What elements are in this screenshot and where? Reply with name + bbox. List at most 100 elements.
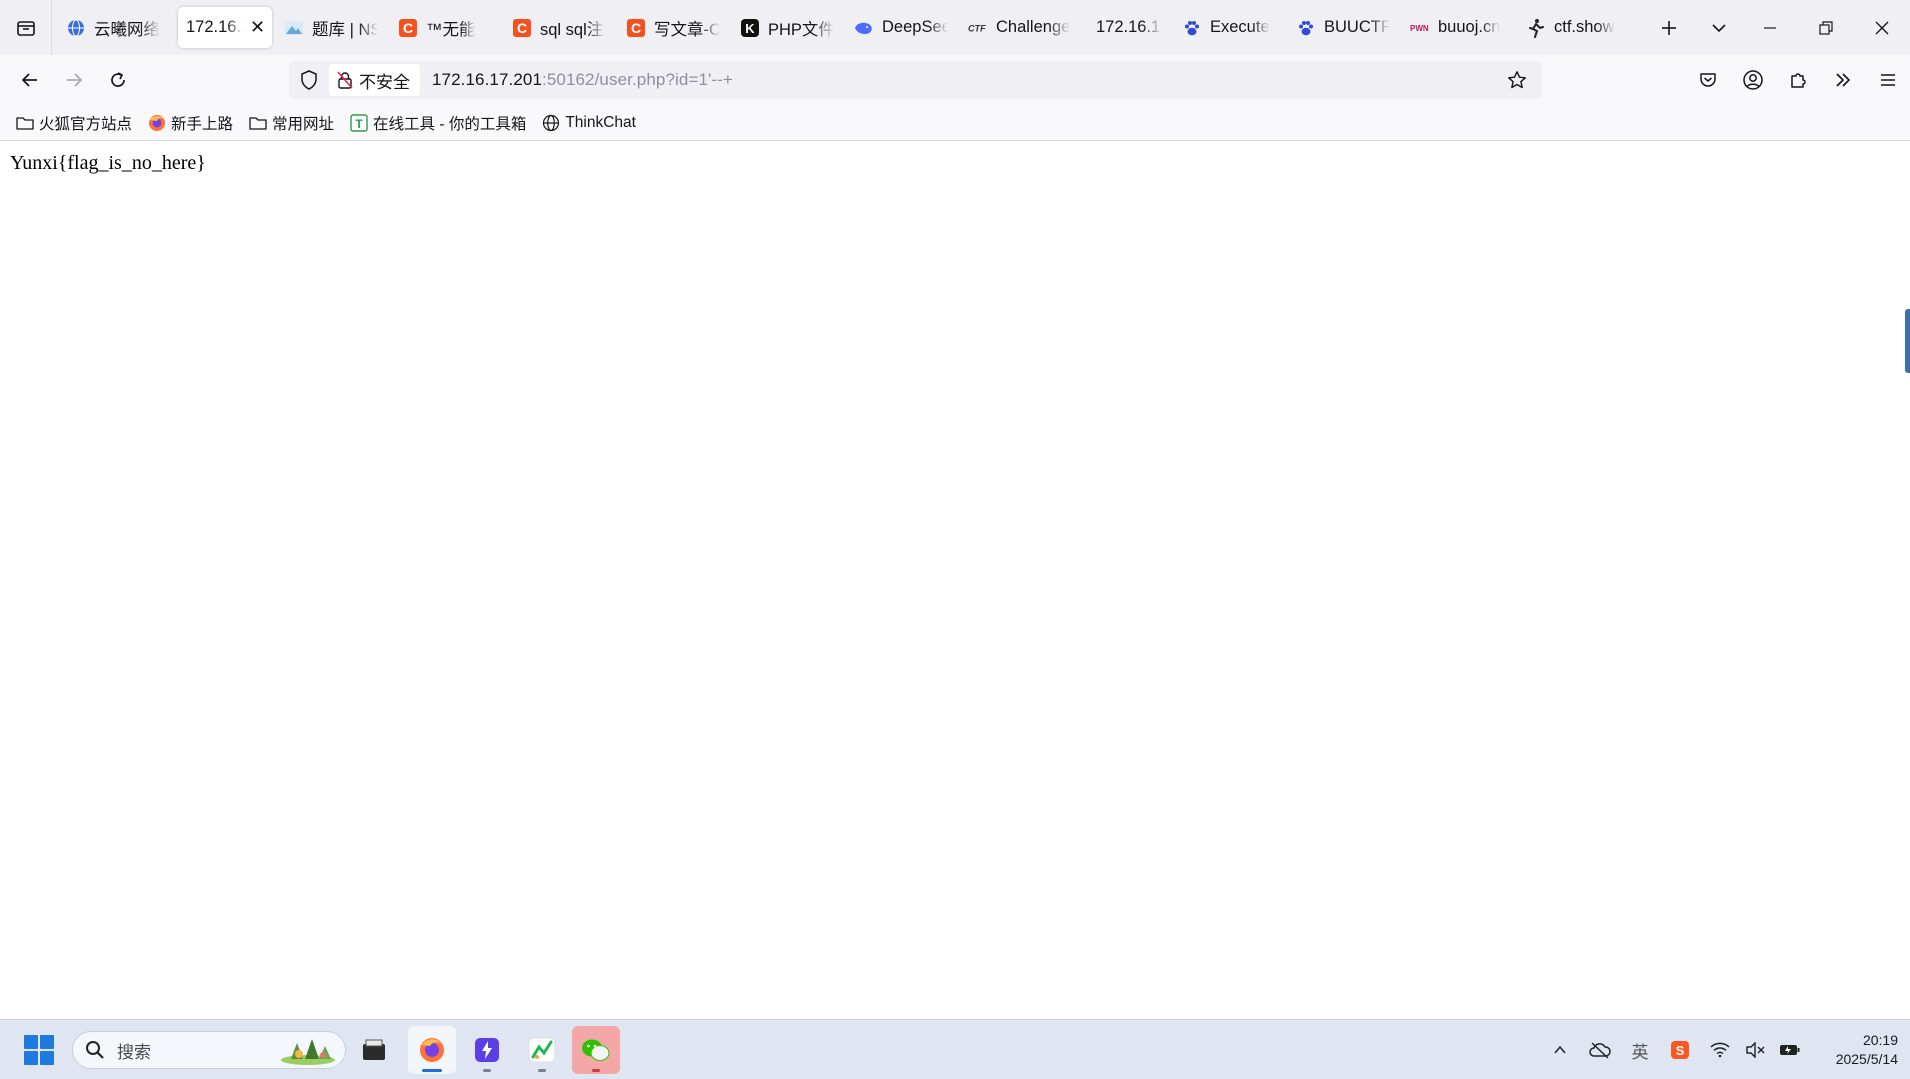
puzzle-icon — [1791, 73, 1806, 88]
show-hidden-icons-button[interactable] — [1540, 1030, 1580, 1070]
tab[interactable]: C 写文章-CSDN — [618, 7, 728, 48]
restore-button[interactable] — [1798, 0, 1854, 55]
cloud-offline-icon — [1589, 1042, 1611, 1059]
address-bar[interactable]: 不安全 172.16.17.201:50162/user.php?id=1'--… — [289, 61, 1542, 99]
tab[interactable]: ctf.show — [1518, 7, 1642, 48]
url-host: 172.16.17.201 — [432, 70, 543, 89]
c-logo-icon: C — [512, 18, 532, 38]
paw-icon — [1182, 18, 1202, 38]
tab-label: 172.16.17.201 — [1096, 18, 1162, 36]
tab-label: Challenge — [996, 18, 1071, 36]
minimize-icon — [1764, 26, 1776, 29]
connection-insecure-indicator[interactable]: 不安全 — [329, 64, 420, 96]
windows-logo-tile — [24, 1051, 38, 1065]
tab-active[interactable]: 172.16.17.201 ✕ — [178, 7, 272, 48]
app-menu-button[interactable] — [1866, 58, 1910, 102]
onedrive-tray-button[interactable] — [1580, 1030, 1620, 1070]
network-button[interactable] — [1700, 1030, 1740, 1070]
back-button[interactable] — [8, 58, 52, 102]
page-body-text: Yunxi{flag_is_no_here} — [10, 152, 206, 174]
overflow-toolbar-button[interactable] — [1821, 58, 1865, 102]
tab[interactable]: DeepSeek — [846, 7, 956, 48]
tracking-protection-button[interactable] — [289, 61, 329, 99]
svg-text:C: C — [403, 20, 413, 36]
list-all-tabs-button[interactable] — [1694, 0, 1744, 55]
search-highlight-illustration-icon — [281, 1039, 335, 1065]
taskbar-app-firefox[interactable] — [408, 1026, 456, 1074]
taskbar-app-chart-tool[interactable] — [518, 1026, 566, 1074]
bookmark-label: ThinkChat — [565, 113, 636, 131]
taskbar-app-file-explorer[interactable] — [350, 1026, 398, 1074]
account-button[interactable] — [1731, 58, 1775, 102]
scrollbar-thumb[interactable] — [1905, 309, 1910, 373]
bookmark-item[interactable]: 新手上路 — [142, 108, 239, 138]
tab-close-icon[interactable]: ✕ — [250, 17, 265, 38]
plus-icon — [1662, 20, 1676, 35]
new-tab-button[interactable] — [1644, 0, 1694, 55]
running-indicator — [538, 1069, 546, 1072]
tab-label: ™无能 — [426, 20, 476, 39]
restore-icon — [1819, 20, 1833, 35]
chevron-down-icon — [1712, 23, 1726, 32]
close-window-button[interactable] — [1854, 0, 1910, 55]
bookmarks-toolbar: 火狐官方站点 新手上路 常用网址 T 在线工具 - 你的工具箱 ThinkChat — [0, 105, 1910, 141]
bookmark-item[interactable]: ThinkChat — [536, 108, 642, 138]
bookmark-item[interactable]: 常用网址 — [243, 108, 340, 138]
svg-text:K: K — [745, 21, 755, 36]
sogou-input-tray-button[interactable]: S — [1660, 1030, 1700, 1070]
start-button[interactable] — [24, 1035, 54, 1065]
account-icon — [1743, 70, 1763, 90]
search-placeholder: 搜索 — [117, 1042, 151, 1062]
tab[interactable]: K PHP文件 — [732, 7, 842, 48]
system-tray: 英 S 20:19 2025/5/14 — [1540, 1020, 1910, 1079]
bookmark-item[interactable]: 火狐官方站点 — [10, 108, 138, 138]
shield-icon — [301, 70, 317, 90]
tab-list-button[interactable] — [0, 0, 52, 55]
folder-icon — [249, 114, 267, 132]
tab[interactable]: CTF Challenge — [960, 7, 1084, 48]
volume-button[interactable] — [1740, 1030, 1770, 1070]
tab[interactable]: Csql sql注入 — [504, 7, 614, 48]
clock-date: 2025/5/14 — [1835, 1051, 1898, 1067]
extensions-button[interactable] — [1776, 58, 1820, 102]
navigation-toolbar: 不安全 172.16.17.201:50162/user.php?id=1'--… — [0, 55, 1910, 105]
bookmark-label: 在线工具 - 你的工具箱 — [373, 115, 527, 133]
tab[interactable]: Execute — [1174, 7, 1284, 48]
c-logo-icon: C — [398, 18, 418, 38]
minimize-button[interactable] — [1742, 0, 1798, 55]
bookmark-star-button[interactable] — [1500, 61, 1534, 99]
ime-indicator[interactable]: 英 — [1620, 1030, 1660, 1070]
tab[interactable]: PWN buuoj.cn — [1402, 7, 1514, 48]
battery-button[interactable] — [1770, 1030, 1810, 1070]
tabs-container: 云曦网络 172.16.17.201 ✕ 题库 | NSSCTF C ™无能 Csql sq… — [52, 0, 1644, 55]
bookmark-label: 火狐官方站点 — [39, 115, 133, 133]
paw-icon — [1296, 18, 1316, 38]
cloud-globe-icon — [66, 18, 86, 38]
sogou-s-icon: S — [1671, 1041, 1689, 1059]
windows-logo-tile — [40, 1051, 54, 1065]
svg-text:PWN: PWN — [1410, 24, 1429, 33]
tab[interactable]: 172.16.17.201 — [1088, 7, 1170, 48]
pocket-button[interactable] — [1686, 58, 1730, 102]
tab[interactable]: C ™无能 — [390, 7, 500, 48]
tab-label: sql sql注入 — [540, 20, 606, 39]
bookmark-item[interactable]: T 在线工具 - 你的工具箱 — [344, 108, 532, 138]
tab[interactable]: 题库 | NSSCTF — [276, 7, 386, 48]
tab[interactable]: BUUCTF — [1288, 7, 1398, 48]
whale-icon — [854, 18, 874, 38]
tab[interactable]: 云曦网络 — [58, 7, 174, 48]
taskbar-search-box[interactable]: 搜索 — [72, 1031, 346, 1069]
tools-icon: T — [350, 113, 368, 132]
tab-label: 写文章-CSDN — [654, 20, 720, 39]
taskbar-app-wechat[interactable] — [572, 1026, 620, 1074]
taskbar-app-lightning[interactable] — [463, 1026, 511, 1074]
insecure-lock-icon — [337, 71, 353, 89]
forward-button[interactable] — [52, 58, 96, 102]
svg-text:T: T — [355, 117, 363, 131]
reload-button[interactable] — [96, 58, 140, 102]
runner-icon — [1526, 18, 1546, 38]
url-text[interactable]: 172.16.17.201:50162/user.php?id=1'--+ — [432, 70, 733, 90]
tab-label: Execute — [1210, 18, 1270, 36]
pwn-text-icon: PWN — [1410, 18, 1430, 38]
clock[interactable]: 20:19 2025/5/14 — [1810, 1031, 1910, 1069]
